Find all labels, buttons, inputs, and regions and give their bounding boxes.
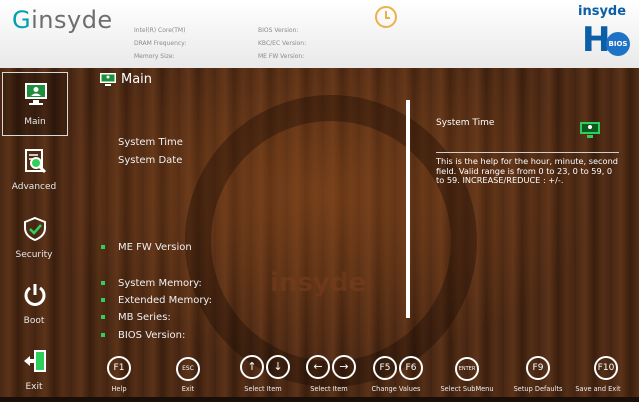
arrow-down-icon: ↓ bbox=[266, 355, 290, 379]
me-fw-version-item: ME FW Version bbox=[118, 242, 192, 253]
help-title: System Time bbox=[436, 118, 495, 128]
f6-key: F6 bbox=[399, 356, 423, 380]
arrow-up-icon: ↑ bbox=[240, 355, 264, 379]
dram-frequency-label: DRAM Frequency: bbox=[134, 40, 187, 47]
save-and-exit-label: Save and Exit bbox=[575, 385, 621, 393]
insyde-logo: Ginsyde bbox=[12, 6, 113, 34]
header-bar: Ginsyde Intel(R) Core(TM) DRAM Frequency… bbox=[0, 0, 639, 69]
sidebar: Main Advanced Security Boot Exit bbox=[0, 68, 70, 397]
system-time-item[interactable]: System Time bbox=[118, 137, 183, 148]
main-title-monitor-icon bbox=[100, 73, 116, 86]
me-fw-version-label: ME FW Version: bbox=[258, 53, 305, 60]
f1-help-button[interactable]: F1 Help bbox=[107, 355, 131, 393]
logo-mark: G bbox=[12, 6, 32, 34]
search-document-icon bbox=[25, 149, 47, 174]
background-swirl bbox=[185, 95, 477, 387]
cpu-label: Intel(R) Core(TM) bbox=[134, 27, 186, 34]
help-divider bbox=[436, 152, 619, 153]
mb-series-item: MB Series: bbox=[118, 312, 171, 323]
scrollbar[interactable] bbox=[406, 100, 410, 318]
bullet-icon bbox=[101, 298, 105, 302]
f10-save-exit-button[interactable]: F10 Save and Exit bbox=[575, 355, 621, 393]
bullet-icon bbox=[101, 315, 105, 319]
bullet-icon bbox=[101, 245, 105, 249]
sidebar-item-boot[interactable]: Boot bbox=[2, 274, 66, 336]
f10-key: F10 bbox=[594, 356, 618, 380]
f5-key: F5 bbox=[373, 356, 397, 380]
page-title: Main bbox=[121, 72, 153, 87]
sidebar-item-main[interactable]: Main bbox=[2, 72, 68, 136]
enter-key: ENTER bbox=[455, 357, 479, 381]
sidebar-label-exit: Exit bbox=[25, 382, 43, 392]
memory-size-label: Memory Size: bbox=[134, 53, 175, 60]
power-icon bbox=[24, 284, 46, 306]
arrow-right-icon: → bbox=[332, 355, 356, 379]
sidebar-item-security[interactable]: Security bbox=[2, 208, 66, 270]
exit-door-icon bbox=[24, 350, 46, 372]
sidebar-label-main: Main bbox=[24, 117, 46, 127]
insyde-h2o-bios-logo: insyde H BIOS bbox=[576, 4, 634, 64]
h2o-bios-badge: BIOS bbox=[606, 32, 630, 56]
sidebar-item-exit[interactable]: Exit bbox=[2, 340, 66, 402]
sidebar-label-security: Security bbox=[15, 250, 53, 260]
esc-key: ESC bbox=[176, 357, 200, 381]
help-text: This is the help for the hour, minute, s… bbox=[436, 156, 618, 185]
shield-icon bbox=[24, 216, 46, 242]
f9-key: F9 bbox=[526, 356, 550, 380]
sidebar-label-advanced: Advanced bbox=[11, 182, 57, 192]
esc-exit-button[interactable]: ESC Exit bbox=[176, 355, 200, 393]
sidebar-label-boot: Boot bbox=[23, 316, 45, 326]
help-monitor-icon bbox=[580, 122, 600, 138]
background-watermark: insyde bbox=[270, 268, 367, 298]
extended-memory-item: Extended Memory: bbox=[118, 295, 212, 306]
enter-submenu-button[interactable]: ENTER Select SubMenu bbox=[440, 355, 494, 393]
sidebar-item-advanced[interactable]: Advanced bbox=[2, 140, 66, 202]
bullet-icon bbox=[101, 281, 105, 285]
arrow-left-icon: ← bbox=[306, 355, 330, 379]
f5-f6-change-button[interactable]: F5 F6 Change Values bbox=[372, 355, 423, 393]
bios-version-item: BIOS Version: bbox=[118, 330, 186, 341]
bios-version-label: BIOS Version: bbox=[258, 27, 299, 34]
system-memory-item: System Memory: bbox=[118, 278, 202, 289]
system-date-item[interactable]: System Date bbox=[118, 155, 182, 166]
updown-select-button[interactable]: ↑ ↓ Select Item bbox=[240, 355, 290, 393]
clock-icon bbox=[375, 6, 397, 28]
leftright-select-button[interactable]: ← → Select Item bbox=[306, 355, 356, 393]
monitor-icon bbox=[25, 83, 47, 105]
h2o-title: insyde bbox=[578, 4, 627, 19]
logo-text: insyde bbox=[31, 6, 113, 34]
f1-key: F1 bbox=[107, 356, 131, 380]
f9-defaults-button[interactable]: F9 Setup Defaults bbox=[514, 355, 562, 393]
bullet-icon bbox=[101, 333, 105, 337]
kbc-ec-version-label: KBC/EC Version: bbox=[258, 40, 307, 47]
